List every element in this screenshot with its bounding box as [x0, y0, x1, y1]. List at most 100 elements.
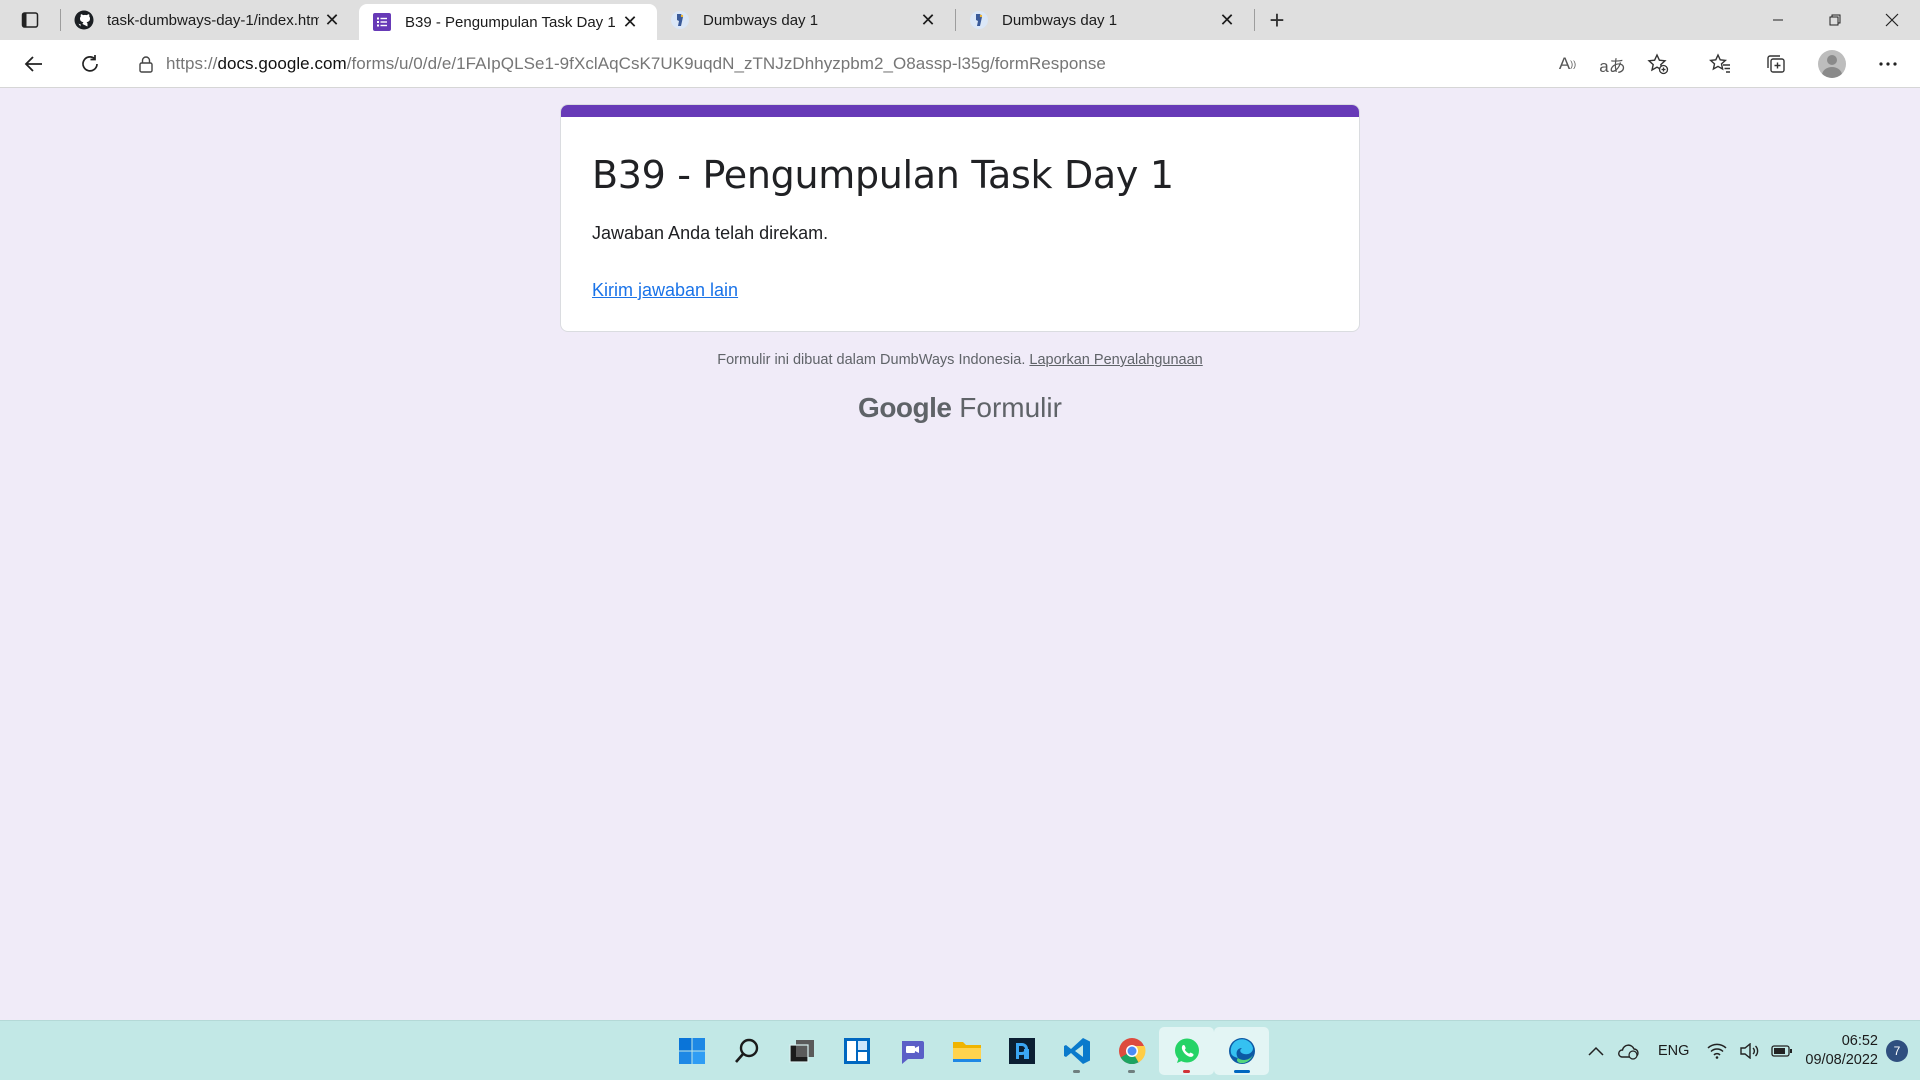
address-bar[interactable]: https://docs.google.com/forms/u/0/d/e/1F… [126, 45, 1680, 83]
store-app-button[interactable] [994, 1027, 1049, 1075]
search-icon [734, 1038, 758, 1063]
file-explorer-button[interactable] [939, 1027, 994, 1075]
google-forms-logo[interactable]: Google Formulir [560, 392, 1360, 424]
close-tab-icon[interactable]: ✕ [319, 7, 345, 33]
add-favorite-icon[interactable] [1635, 45, 1680, 83]
tab-strip: task-dumbways-day-1/index.htm ✕ B39 - Pe… [0, 0, 1920, 40]
start-button[interactable] [664, 1027, 719, 1075]
teams-chat-button[interactable] [884, 1027, 939, 1075]
windows-taskbar: ENG 06:52 09/08/2022 7 [0, 1020, 1920, 1080]
back-arrow-icon [24, 55, 42, 72]
app-icon [1008, 1038, 1035, 1064]
wifi-icon [1707, 1043, 1727, 1059]
tab-actions-icon [21, 12, 39, 28]
running-indicator [1128, 1070, 1135, 1073]
language-indicator[interactable]: ENG [1646, 1021, 1701, 1080]
plus-icon: + [1269, 4, 1285, 35]
url-text[interactable]: https://docs.google.com/forms/u/0/d/e/1F… [166, 54, 1106, 74]
task-view-icon [788, 1040, 814, 1063]
browser-toolbar [1692, 40, 1920, 88]
github-icon [73, 9, 95, 31]
form-title: B39 - Pengumpulan Task Day 1 [592, 153, 1174, 197]
lock-icon[interactable] [126, 55, 166, 73]
minimize-button[interactable] [1749, 0, 1806, 40]
translate-icon[interactable]: aあ [1590, 45, 1635, 83]
collections-button[interactable] [1748, 40, 1804, 88]
settings-menu-button[interactable] [1860, 40, 1916, 88]
more-options-icon [1879, 62, 1897, 66]
tab-dumbways-2[interactable]: Dumbways day 1 ✕ [956, 0, 1254, 40]
avatar [1818, 50, 1846, 78]
task-view-button[interactable] [774, 1027, 829, 1075]
read-aloud-icon[interactable]: A)) [1545, 45, 1590, 83]
form-footer-note: Formulir ini dibuat dalam DumbWays Indon… [560, 352, 1360, 368]
close-icon [1885, 13, 1898, 27]
window-controls [1749, 0, 1920, 40]
confirmation-message: Jawaban Anda telah direkam. [592, 223, 829, 243]
minimize-icon [1772, 19, 1783, 21]
teams-chat-icon [901, 1041, 924, 1064]
address-bar-actions: A)) aあ [1545, 45, 1680, 83]
vscode-icon [1063, 1038, 1090, 1064]
dumbways-icon [968, 9, 990, 31]
close-tab-icon[interactable]: ✕ [915, 7, 941, 33]
file-explorer-icon [952, 1042, 981, 1062]
form-response-card: B39 - Pengumpulan Task Day 1 Jawaban And… [560, 104, 1360, 332]
url-path: /forms/u/0/d/e/1FAIpQLSe1-9fXclAqCsK7UK9… [346, 54, 1106, 73]
running-indicator [1073, 1070, 1080, 1073]
search-button[interactable] [719, 1027, 774, 1075]
navigation-bar: https://docs.google.com/forms/u/0/d/e/1F… [0, 40, 1920, 88]
tab-github[interactable]: task-dumbways-day-1/index.htm ✕ [61, 0, 359, 40]
edge-icon [1228, 1038, 1255, 1064]
volume-button[interactable] [1733, 1021, 1765, 1080]
tab-title: task-dumbways-day-1/index.htm [107, 11, 319, 29]
refresh-icon [82, 54, 98, 72]
cloud-sync-icon [1618, 1044, 1639, 1060]
edge-button[interactable] [1214, 1027, 1269, 1075]
url-prefix: https:// [166, 54, 218, 73]
clock-time: 06:52 [1841, 1033, 1878, 1049]
windows-start-icon [678, 1038, 705, 1064]
tab-title: Dumbways day 1 [1002, 11, 1118, 29]
google-wordmark: Google [858, 392, 952, 423]
notification-badge[interactable]: 7 [1886, 1040, 1908, 1062]
new-tab-button[interactable]: + [1255, 0, 1299, 40]
system-tray: ENG 06:52 09/08/2022 7 [1582, 1021, 1920, 1080]
form-accent-bar [561, 105, 1359, 117]
forms-wordmark: Formulir [959, 392, 1062, 423]
taskbar-apps [664, 1021, 1269, 1080]
clock-date: 09/08/2022 [1805, 1052, 1878, 1068]
profile-button[interactable] [1804, 40, 1860, 88]
google-forms-icon [371, 11, 393, 33]
speaker-icon [1740, 1043, 1759, 1059]
clock-button[interactable]: 06:52 09/08/2022 [1799, 1021, 1886, 1080]
back-button[interactable] [6, 44, 62, 84]
show-hidden-icons-button[interactable] [1582, 1021, 1610, 1080]
onedrive-button[interactable] [1610, 1021, 1646, 1080]
tab-actions-button[interactable] [0, 0, 60, 40]
whatsapp-icon [1174, 1038, 1199, 1063]
close-tab-icon[interactable]: ✕ [1214, 7, 1240, 33]
whatsapp-button[interactable] [1159, 1027, 1214, 1075]
collections-icon [1767, 55, 1785, 73]
battery-button[interactable] [1765, 1021, 1799, 1080]
close-tab-icon[interactable]: ✕ [617, 9, 643, 35]
vscode-button[interactable] [1049, 1027, 1104, 1075]
favorites-icon [1709, 53, 1730, 73]
submit-another-response-link[interactable]: Kirim jawaban lain [592, 280, 738, 301]
running-indicator [1234, 1070, 1250, 1073]
report-abuse-link[interactable]: Laporkan Penyalahgunaan [1029, 352, 1202, 368]
url-host: docs.google.com [217, 54, 347, 73]
restore-icon [1829, 14, 1840, 26]
widgets-button[interactable] [829, 1027, 884, 1075]
battery-icon [1771, 1045, 1793, 1057]
footer-text: Formulir ini dibuat dalam DumbWays Indon… [717, 352, 1026, 368]
network-button[interactable] [1701, 1021, 1733, 1080]
tab-google-form[interactable]: B39 - Pengumpulan Task Day 1 ✕ [359, 4, 657, 40]
tab-dumbways-1[interactable]: Dumbways day 1 ✕ [657, 0, 955, 40]
refresh-button[interactable] [62, 44, 118, 84]
close-window-button[interactable] [1863, 0, 1920, 40]
chrome-button[interactable] [1104, 1027, 1159, 1075]
favorites-button[interactable] [1692, 40, 1748, 88]
restore-button[interactable] [1806, 0, 1863, 40]
